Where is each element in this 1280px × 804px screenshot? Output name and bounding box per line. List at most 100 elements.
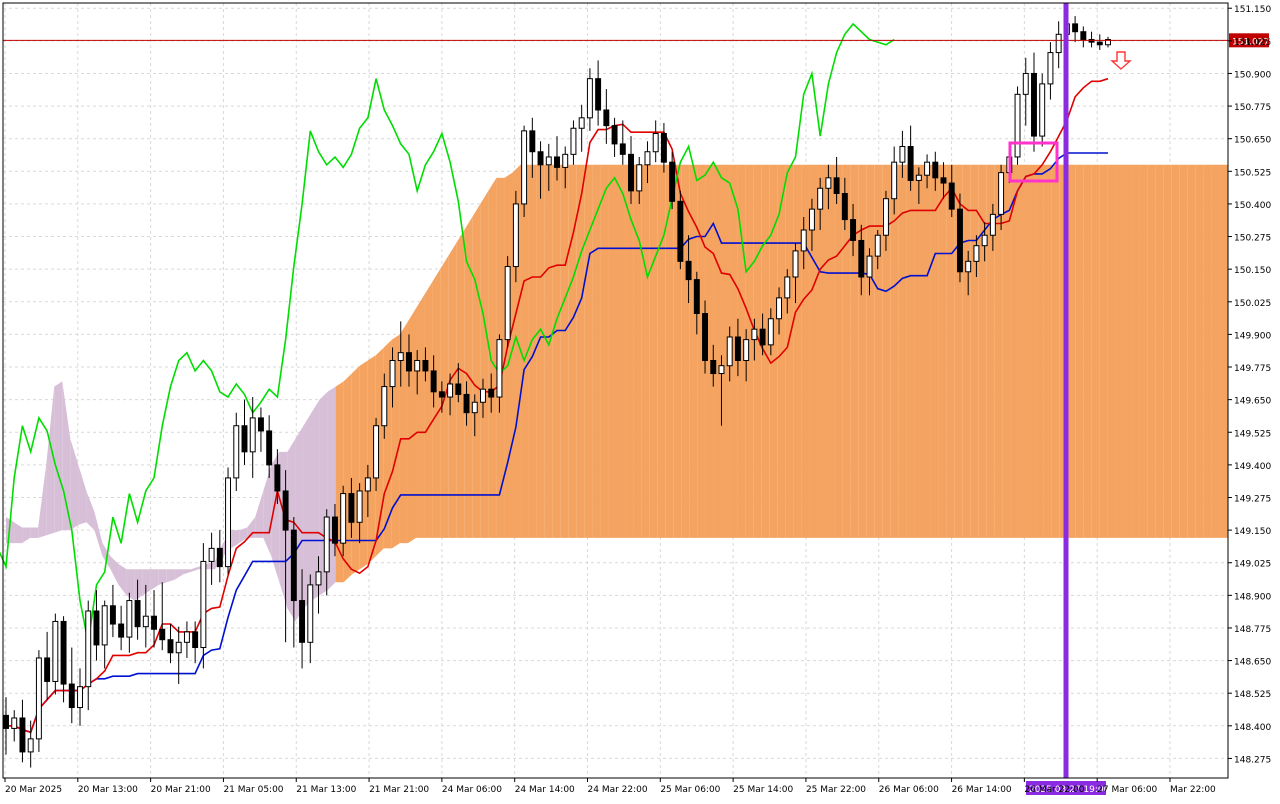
kumo-segment [576, 164, 585, 538]
kumo-segment [584, 164, 593, 538]
candle-body [669, 161, 676, 202]
y-tick-label: 148.525 [1234, 690, 1271, 700]
kumo-segment [359, 360, 368, 570]
kumo-segment [1035, 164, 1044, 538]
kumo-segment [30, 527, 39, 538]
kumo-segment [866, 164, 875, 538]
candle-body [734, 336, 741, 361]
kumo-segment [488, 177, 497, 538]
kumo-segment [480, 190, 489, 538]
candle-body [619, 143, 626, 155]
kumo-segment [938, 164, 947, 538]
candle-body [1031, 72, 1037, 137]
y-tick-label: 149.400 [1234, 462, 1271, 472]
candle-body [521, 130, 528, 205]
candle-body [27, 738, 34, 753]
kumo-segment [1147, 164, 1156, 538]
candle-body [389, 359, 396, 388]
candle-body [225, 477, 232, 568]
x-tick-label: 24 Mar 22:00 [588, 785, 648, 795]
y-tick-label: 150.900 [1234, 70, 1271, 80]
kumo-segment [874, 164, 883, 538]
kumo-segment [416, 295, 425, 538]
candle-body [710, 359, 717, 375]
candle-body [940, 177, 947, 184]
x-tick-label: 21 Mar 13:00 [296, 785, 356, 795]
ichimoku-chart: 151.027 2025.03.27 19:00 151.150 151.025 15… [0, 0, 1280, 800]
candle-body [767, 318, 774, 346]
x-tick-label: 27 Mar 06:00 [1097, 785, 1157, 795]
candle-body [817, 187, 824, 210]
candle-body [307, 584, 314, 643]
x-tick-label: 24 Mar 14:00 [515, 785, 575, 795]
y-tick-label: 148.900 [1234, 592, 1271, 602]
candle-body [356, 490, 363, 523]
candle-body [554, 156, 560, 168]
kumo-segment [906, 164, 915, 538]
candle-body [364, 477, 371, 492]
candle-body [299, 600, 306, 643]
candle-body [19, 717, 26, 753]
kumo-segment [649, 164, 658, 538]
y-tick-label: 150.275 [1234, 234, 1271, 244]
candle-body [200, 560, 207, 649]
kumo-segment [1139, 164, 1148, 538]
candle-body [290, 529, 297, 602]
y-tick-label: 148.650 [1234, 658, 1271, 668]
candle-body [44, 657, 51, 682]
candle-body [932, 161, 939, 179]
candle-body [1072, 23, 1079, 33]
candle-body [463, 393, 470, 414]
kumo-segment [753, 164, 762, 538]
y-tick-label: 150.400 [1234, 201, 1271, 211]
candle-body [808, 208, 815, 231]
candle-body [751, 328, 758, 341]
candle-body [208, 547, 215, 562]
candle-body [1080, 31, 1087, 41]
kumo-segment [1131, 164, 1140, 538]
candle-body [11, 717, 18, 729]
candle-body [512, 203, 519, 268]
candle-body [1055, 33, 1062, 54]
candle-body [924, 161, 931, 176]
x-tick-label: 25 Mar 22:00 [806, 785, 866, 795]
candle-body [241, 425, 248, 453]
kumo-segment [858, 164, 867, 538]
kumo-segment [793, 164, 802, 538]
y-tick-label: 148.775 [1234, 625, 1271, 635]
candle-body [759, 328, 766, 346]
y-tick-label: 148.275 [1234, 755, 1271, 765]
kumo-segment [1179, 164, 1188, 538]
kumo-segment [544, 164, 553, 538]
kumo-segment [600, 164, 609, 538]
kumo-segment [713, 164, 722, 538]
x-tick-label: 21 Mar 21:00 [369, 785, 429, 795]
kumo-segment [994, 164, 1003, 538]
y-tick-label: 151.025 [1234, 38, 1271, 48]
candle-body [1047, 52, 1054, 85]
candle-body [636, 164, 643, 192]
kumo-segment [962, 164, 971, 538]
candle-body [414, 359, 421, 372]
candle-body [192, 631, 199, 649]
x-tick-label: 20 Mar 21:00 [151, 785, 211, 795]
candle-body [52, 620, 59, 682]
candle-body [578, 117, 585, 129]
candle-body [537, 151, 544, 166]
x-tick-label: 26 Mar 14:00 [952, 785, 1012, 795]
candle-body [249, 417, 256, 453]
candle-body [430, 370, 437, 393]
candle-body [570, 127, 577, 155]
candle-body [652, 132, 659, 153]
candle-body [35, 657, 42, 740]
candle-body [340, 493, 347, 544]
kumo-segment [817, 164, 827, 538]
candle-body [126, 600, 133, 638]
candle-body [891, 161, 898, 200]
kumo-segment [1211, 164, 1220, 538]
kumo-segment [826, 164, 835, 538]
candle-body [406, 352, 412, 372]
candle-body [134, 600, 141, 628]
candle-body [85, 610, 92, 688]
y-tick-label: 148.400 [1234, 723, 1271, 733]
